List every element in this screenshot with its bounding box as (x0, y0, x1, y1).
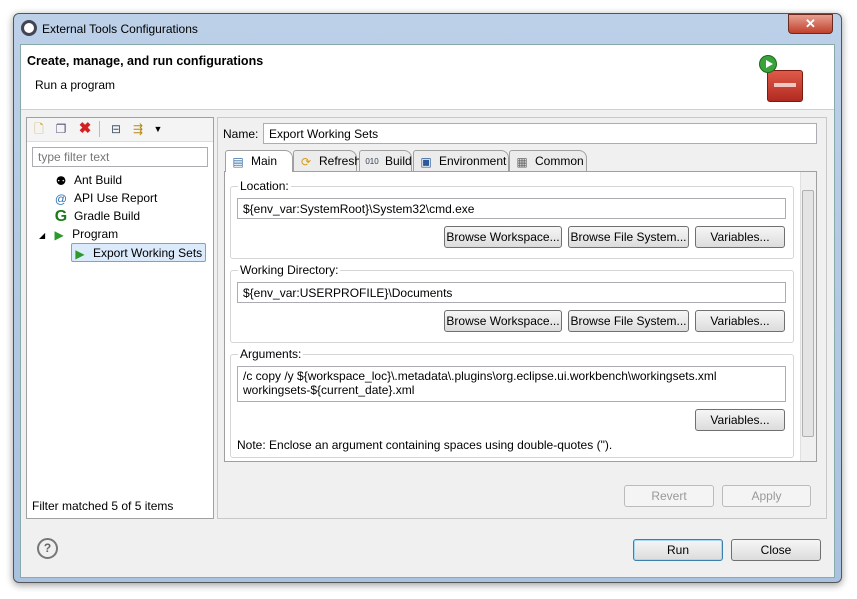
tree-item-label: Gradle Build (74, 209, 141, 223)
config-tree: ⚉ Ant Build @ API Use Report G Gradle Build… (32, 171, 212, 271)
environment-icon: ▣ (420, 154, 432, 169)
api-report-icon: @ (54, 191, 68, 206)
location-group (230, 186, 794, 259)
tab-environment[interactable]: ▣ Environment (413, 150, 509, 171)
workdir-browse-workspace-button[interactable]: Browse Workspace... (444, 310, 562, 332)
main-tab-icon: ▤ (232, 154, 244, 169)
view-menu-chevron-icon[interactable]: ▼ (150, 121, 166, 137)
new-config-icon[interactable]: 🗋 (31, 121, 47, 137)
header-subtitle: Run a program (35, 78, 116, 92)
tree-item-api-use-report[interactable]: @ API Use Report (53, 189, 157, 207)
tab-label: Build (385, 154, 412, 168)
collapse-all-icon[interactable]: ⊟ (108, 121, 124, 137)
tab-main[interactable]: ▤ Main (225, 150, 293, 172)
tab-build[interactable]: 010 Build (359, 150, 412, 171)
tree-item-label: Ant Build (74, 173, 123, 187)
location-label: Location: (238, 179, 291, 193)
ant-icon: ⚉ (55, 173, 67, 188)
arguments-line: /c copy /y ${workspace_loc}\.metadata\.p… (243, 369, 717, 383)
build-icon: 010 (365, 156, 379, 166)
toolbox-icon (767, 70, 803, 102)
expand-arrow-icon[interactable]: ◢ (39, 231, 45, 240)
common-icon: ▦ (516, 154, 528, 169)
revert-button[interactable]: Revert (624, 485, 714, 507)
tab-label: Environment (439, 154, 507, 168)
location-variables-button[interactable]: Variables... (695, 226, 785, 248)
help-button[interactable]: ? (37, 538, 58, 559)
program-icon: ▶ (75, 246, 85, 261)
refresh-icon: ⟳ (300, 154, 312, 169)
scrollbar-thumb[interactable] (802, 190, 814, 437)
run-button[interactable]: Run (633, 539, 723, 561)
tree-item-program[interactable]: ◢ ▶ Program (39, 225, 118, 243)
tree-item-export-working-sets[interactable]: ▶ Export Working Sets (71, 243, 207, 262)
app-icon (21, 20, 37, 36)
arguments-variables-button[interactable]: Variables... (695, 409, 785, 431)
delete-icon[interactable]: ✖ (77, 121, 93, 137)
toolbar-separator (99, 121, 100, 137)
window-title: External Tools Configurations (42, 22, 198, 36)
duplicate-icon[interactable]: ❐ (53, 121, 69, 137)
filter-input[interactable]: type filter text (32, 147, 208, 167)
location-input[interactable]: ${env_var:SystemRoot}\System32\cmd.exe (237, 198, 786, 219)
filter-icon[interactable]: ⇶ (130, 121, 146, 137)
header-title: Create, manage, and run configurations (27, 54, 264, 68)
arguments-note: Note: Enclose an argument containing spa… (237, 438, 613, 452)
tree-item-label: Export Working Sets (93, 246, 203, 260)
name-input[interactable]: Export Working Sets (263, 123, 817, 144)
tab-refresh[interactable]: ⟳ Refresh (293, 150, 361, 171)
filter-status: Filter matched 5 of 5 items (32, 499, 174, 513)
program-icon: ▶ (54, 227, 64, 242)
tab-label: Main (251, 154, 278, 168)
location-browse-file-system-button[interactable]: Browse File System... (568, 226, 689, 248)
tree-item-label: Program (72, 227, 119, 241)
working-directory-input[interactable]: ${env_var:USERPROFILE}\Documents (237, 282, 786, 303)
name-label: Name: (223, 127, 259, 141)
close-button[interactable]: Close (731, 539, 821, 561)
tree-item-ant-build[interactable]: ⚉ Ant Build (53, 171, 122, 189)
working-directory-label: Working Directory: (238, 263, 341, 277)
run-badge-icon (759, 55, 777, 73)
gradle-icon: G (54, 207, 68, 225)
working-directory-group (230, 270, 794, 343)
workdir-variables-button[interactable]: Variables... (695, 310, 785, 332)
apply-button[interactable]: Apply (722, 485, 811, 507)
location-browse-workspace-button[interactable]: Browse Workspace... (444, 226, 562, 248)
arguments-line: workingsets-${current_date}.xml (243, 383, 415, 397)
tree-item-label: API Use Report (74, 191, 158, 205)
tab-label: Common (535, 154, 584, 168)
workdir-browse-file-system-button[interactable]: Browse File System... (568, 310, 689, 332)
tree-item-gradle-build[interactable]: G Gradle Build (53, 207, 140, 225)
arguments-label: Arguments: (238, 347, 304, 361)
tab-label: Refresh (319, 154, 362, 168)
window-close-button[interactable]: ✕ (788, 14, 833, 34)
arguments-textarea[interactable]: /c copy /y ${workspace_loc}\.metadata\.p… (237, 366, 786, 402)
tab-common[interactable]: ▦ Common (509, 150, 587, 171)
